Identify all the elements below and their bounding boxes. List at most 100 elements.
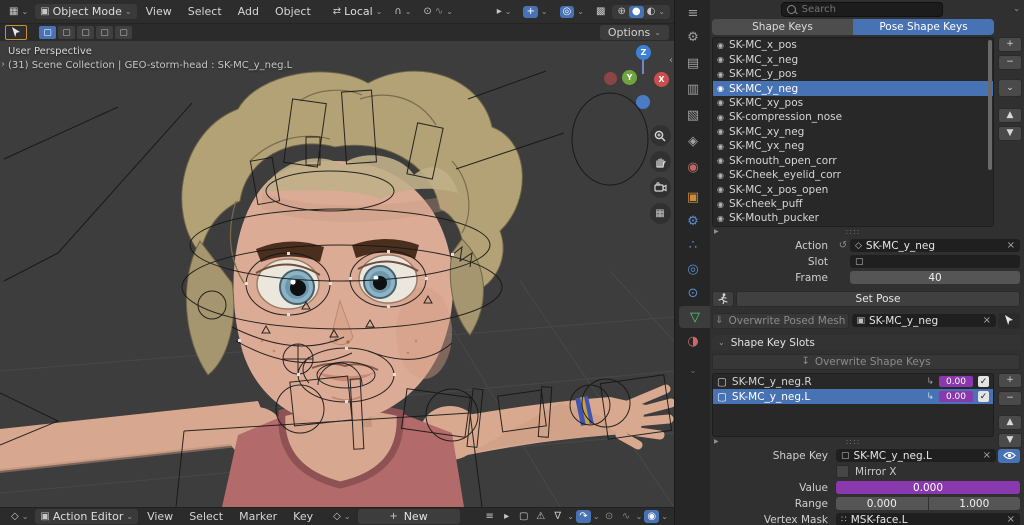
editor-type-button[interactable]: ◇ ⌄: [6, 511, 33, 523]
specials-menu-button[interactable]: ⌄: [998, 79, 1022, 97]
mirror-x-checkbox[interactable]: [836, 465, 849, 478]
browse-action-dropdown[interactable]: ◇ ⌄: [328, 511, 355, 523]
value-slider[interactable]: 0.000: [836, 481, 1020, 494]
toolbar-expand-arrow[interactable]: ›: [1, 59, 5, 70]
remove-button[interactable]: −: [998, 55, 1022, 70]
xray-toggle[interactable]: ▩: [591, 6, 610, 18]
tab-pose-shape-keys[interactable]: Pose Shape Keys: [853, 19, 994, 35]
visibility-eye-button[interactable]: [998, 449, 1020, 463]
editor-properties-icon[interactable]: ≡: [675, 2, 711, 24]
show-overlays-toggle[interactable]: ◎ ⌄: [555, 5, 589, 19]
perspective-toggle-button[interactable]: ▦: [650, 203, 671, 224]
close-icon[interactable]: ×: [983, 315, 991, 326]
pan-button[interactable]: [650, 151, 671, 172]
slots-resize-grip[interactable]: ▶ ::::: [712, 437, 994, 445]
pose-icon-button[interactable]: [712, 291, 734, 307]
pick-object-button[interactable]: [998, 313, 1020, 329]
gizmo-axis-z-neg[interactable]: [636, 95, 650, 109]
menu-object[interactable]: Object: [268, 5, 318, 18]
shape-key-list[interactable]: ◉SK-MC_x_pos ◉SK-MC_x_neg ◉SK-MC_y_pos ◉…: [712, 37, 994, 227]
select-mode-extend[interactable]: ▢: [58, 26, 75, 39]
list-resize-grip[interactable]: ▶ ::::: [712, 227, 994, 235]
tab-scene[interactable]: ◈: [675, 130, 711, 152]
slot-item[interactable]: ▢ SK-MC_y_neg.R ↳ 0.00 ✓: [713, 374, 993, 389]
tab-object-data[interactable]: ▽: [679, 306, 711, 328]
list-item[interactable]: ◉SK-MC_x_neg: [713, 52, 993, 66]
cycle-icon[interactable]: ↺: [836, 240, 850, 251]
set-pose-button[interactable]: Set Pose: [736, 291, 1020, 307]
gizmo-axis-z[interactable]: Z: [636, 45, 651, 60]
proportional-edit-toggle[interactable]: ⊙ ∿ ⌄: [418, 6, 457, 18]
overwrite-shape-keys-button[interactable]: ↧ Overwrite Shape Keys: [712, 354, 1020, 370]
list-item-selected[interactable]: ◉SK-MC_y_neg: [713, 81, 993, 95]
tab-shape-keys[interactable]: Shape Keys: [712, 19, 853, 35]
list-item[interactable]: ◉SK-MC_xy_pos: [713, 96, 993, 110]
slot-item-selected[interactable]: ▢ SK-MC_y_neg.L ↳ 0.00 ✓: [713, 389, 993, 404]
shape-key-field[interactable]: ▢ SK-MC_y_neg.L ×: [836, 449, 996, 462]
close-icon[interactable]: ×: [983, 450, 991, 461]
list-item[interactable]: ◉SK-compression_nose: [713, 110, 993, 124]
tab-physics[interactable]: ◎: [675, 258, 711, 280]
vertex-mask-field[interactable]: ∷ MSK-face.L ×: [836, 513, 1020, 525]
list-item[interactable]: ◉SK-MC_x_pos_open: [713, 182, 993, 196]
range-max-field[interactable]: 1.000: [929, 497, 1021, 510]
editor-mode-dropdown[interactable]: ▣ Action Editor ⌄: [35, 509, 138, 524]
visibility-dropdown[interactable]: ▸ ⌄: [492, 6, 517, 18]
slot-enabled-checkbox[interactable]: ✓: [978, 391, 989, 402]
slot-field[interactable]: ▢: [850, 255, 1020, 268]
select-mode-new[interactable]: ▢: [39, 26, 56, 39]
action-field[interactable]: ◇ SK-MC_y_neg ×: [850, 239, 1020, 252]
menu-key[interactable]: Key: [286, 510, 320, 523]
cursor-icon[interactable]: ▸: [499, 510, 514, 523]
remove-slot-button[interactable]: −: [998, 391, 1022, 406]
move-down-button[interactable]: ▼: [998, 126, 1022, 141]
slot-move-down-button[interactable]: ▼: [998, 433, 1022, 448]
list-item[interactable]: ◉SK-MC_yx_neg: [713, 139, 993, 153]
autokey-icon[interactable]: ◉: [644, 510, 659, 523]
select-mode-subtract[interactable]: ▢: [77, 26, 94, 39]
tab-output[interactable]: ▥: [675, 78, 711, 100]
select-mode-invert[interactable]: ▢: [96, 26, 113, 39]
search-input[interactable]: [800, 3, 914, 16]
gizmo-axis-x-neg[interactable]: [604, 72, 617, 85]
filter-expand-icon[interactable]: ▶: [714, 228, 719, 235]
slots-list[interactable]: ▢ SK-MC_y_neg.R ↳ 0.00 ✓ ▢ SK-MC_y_neg.L…: [712, 373, 994, 437]
shading-mode-group[interactable]: ⊕ ● ◐ ⌄: [612, 5, 670, 19]
new-action-button[interactable]: + New: [358, 509, 460, 524]
list-item[interactable]: ◉SK-MC_xy_neg: [713, 125, 993, 139]
menu-add[interactable]: Add: [231, 5, 266, 18]
gizmo-axis-y[interactable]: Y: [622, 70, 637, 85]
navigation-gizmo[interactable]: Z Y X: [596, 45, 670, 113]
snapping-toggle[interactable]: ∩ ⌄: [389, 6, 416, 18]
add-button[interactable]: +: [998, 37, 1022, 52]
list-item[interactable]: ◉SK-mouth_open_corr: [713, 154, 993, 168]
markers-icon[interactable]: ≡: [482, 510, 497, 523]
list-item[interactable]: ◉SK-MC_y_pos: [713, 67, 993, 81]
tab-render[interactable]: ▤: [675, 52, 711, 74]
menu-select[interactable]: Select: [182, 510, 230, 523]
proportional-icon[interactable]: ⊙: [602, 510, 617, 523]
camera-view-button[interactable]: [650, 177, 671, 198]
filter-icon[interactable]: ∇: [550, 510, 565, 523]
gizmo-axis-x[interactable]: X: [654, 72, 669, 87]
panel-options-chevron[interactable]: ⌄: [1013, 5, 1020, 13]
tab-particles[interactable]: ∴: [675, 234, 711, 256]
slot-value[interactable]: 0.00: [939, 376, 973, 387]
tab-modifiers[interactable]: ⚙: [675, 210, 711, 232]
orientation-dropdown[interactable]: ⇄ Local ⌄: [328, 4, 388, 19]
slot-value[interactable]: 0.00: [939, 391, 973, 402]
slot-enabled-checkbox[interactable]: ✓: [978, 376, 989, 387]
viewport-canvas[interactable]: User Perspective (31) Scene Collection |…: [0, 41, 674, 507]
filter-expand-icon[interactable]: ▶: [714, 438, 719, 445]
list-item[interactable]: ◉SK-Cheek_eyelid_corr: [713, 168, 993, 182]
move-up-button[interactable]: ▲: [998, 108, 1022, 123]
tab-constraints[interactable]: ⊙: [675, 282, 711, 304]
menu-marker[interactable]: Marker: [232, 510, 284, 523]
tab-view-layer[interactable]: ▧: [675, 104, 711, 126]
shape-key-slots-header[interactable]: ⌄ Shape Key Slots: [712, 335, 1022, 350]
active-tool-select-button[interactable]: [5, 25, 27, 40]
menu-view[interactable]: View: [139, 5, 179, 18]
options-dropdown[interactable]: Options ⌄: [600, 25, 669, 40]
tab-world[interactable]: ◉: [675, 156, 711, 178]
list-item[interactable]: ◉SK-cheek_puff: [713, 197, 993, 211]
